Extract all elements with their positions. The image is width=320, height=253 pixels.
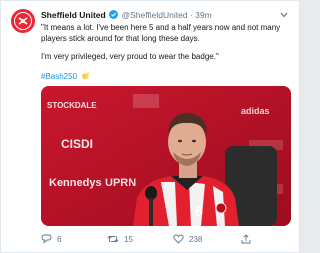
tweet-card[interactable]: Sheffield United @SheffieldUnited · 39m …	[0, 0, 300, 253]
share-icon	[241, 234, 251, 244]
tweet-header: Sheffield United @SheffieldUnited · 39m	[41, 10, 212, 22]
backdrop-sponsor-1: STOCKDALE	[47, 101, 97, 110]
like-count: 238	[189, 234, 203, 244]
backdrop-sponsor-4: UPRN	[105, 177, 136, 189]
backdrop-sponsor-2: CISDI	[61, 137, 93, 151]
tweet-text: "It means a lot. I've been here 5 and a …	[41, 23, 291, 91]
reply-icon	[41, 234, 52, 244]
reply-button[interactable]: 6	[41, 232, 61, 246]
reply-count: 6	[57, 234, 62, 244]
separator-dot: ·	[189, 10, 193, 20]
tweet-media-image[interactable]: STOCKDALE CISDI Kennedys UPRN adidas 6	[41, 86, 291, 226]
retweet-count: 15	[124, 234, 133, 244]
hashtag-link[interactable]: #Bash250	[41, 72, 77, 81]
verified-badge-icon	[109, 10, 119, 22]
author-handle[interactable]: @SheffieldUnited	[121, 10, 187, 20]
tweet-paragraph-2: I'm very privileged, very proud to wear …	[41, 52, 219, 61]
share-button[interactable]	[241, 232, 251, 246]
tweet-actions: 6 15 238	[41, 232, 281, 246]
tweet-paragraph-1: "It means a lot. I've been here 5 and a …	[41, 23, 281, 43]
club-crest-icon[interactable]	[11, 9, 35, 33]
author-name[interactable]: Sheffield United	[41, 10, 106, 20]
retweet-icon	[107, 234, 119, 244]
like-button[interactable]: 238	[173, 232, 202, 246]
shirt-number: 6	[195, 203, 203, 219]
retweet-button[interactable]: 15	[107, 232, 133, 246]
caret-down-icon[interactable]	[279, 10, 289, 20]
clapping-hands-emoji-icon	[81, 71, 90, 84]
like-icon	[173, 234, 184, 244]
backdrop-sponsor-3: Kennedys	[49, 177, 102, 189]
timestamp[interactable]: 39m	[195, 10, 212, 20]
backdrop-sponsor-5: adidas	[241, 106, 270, 116]
